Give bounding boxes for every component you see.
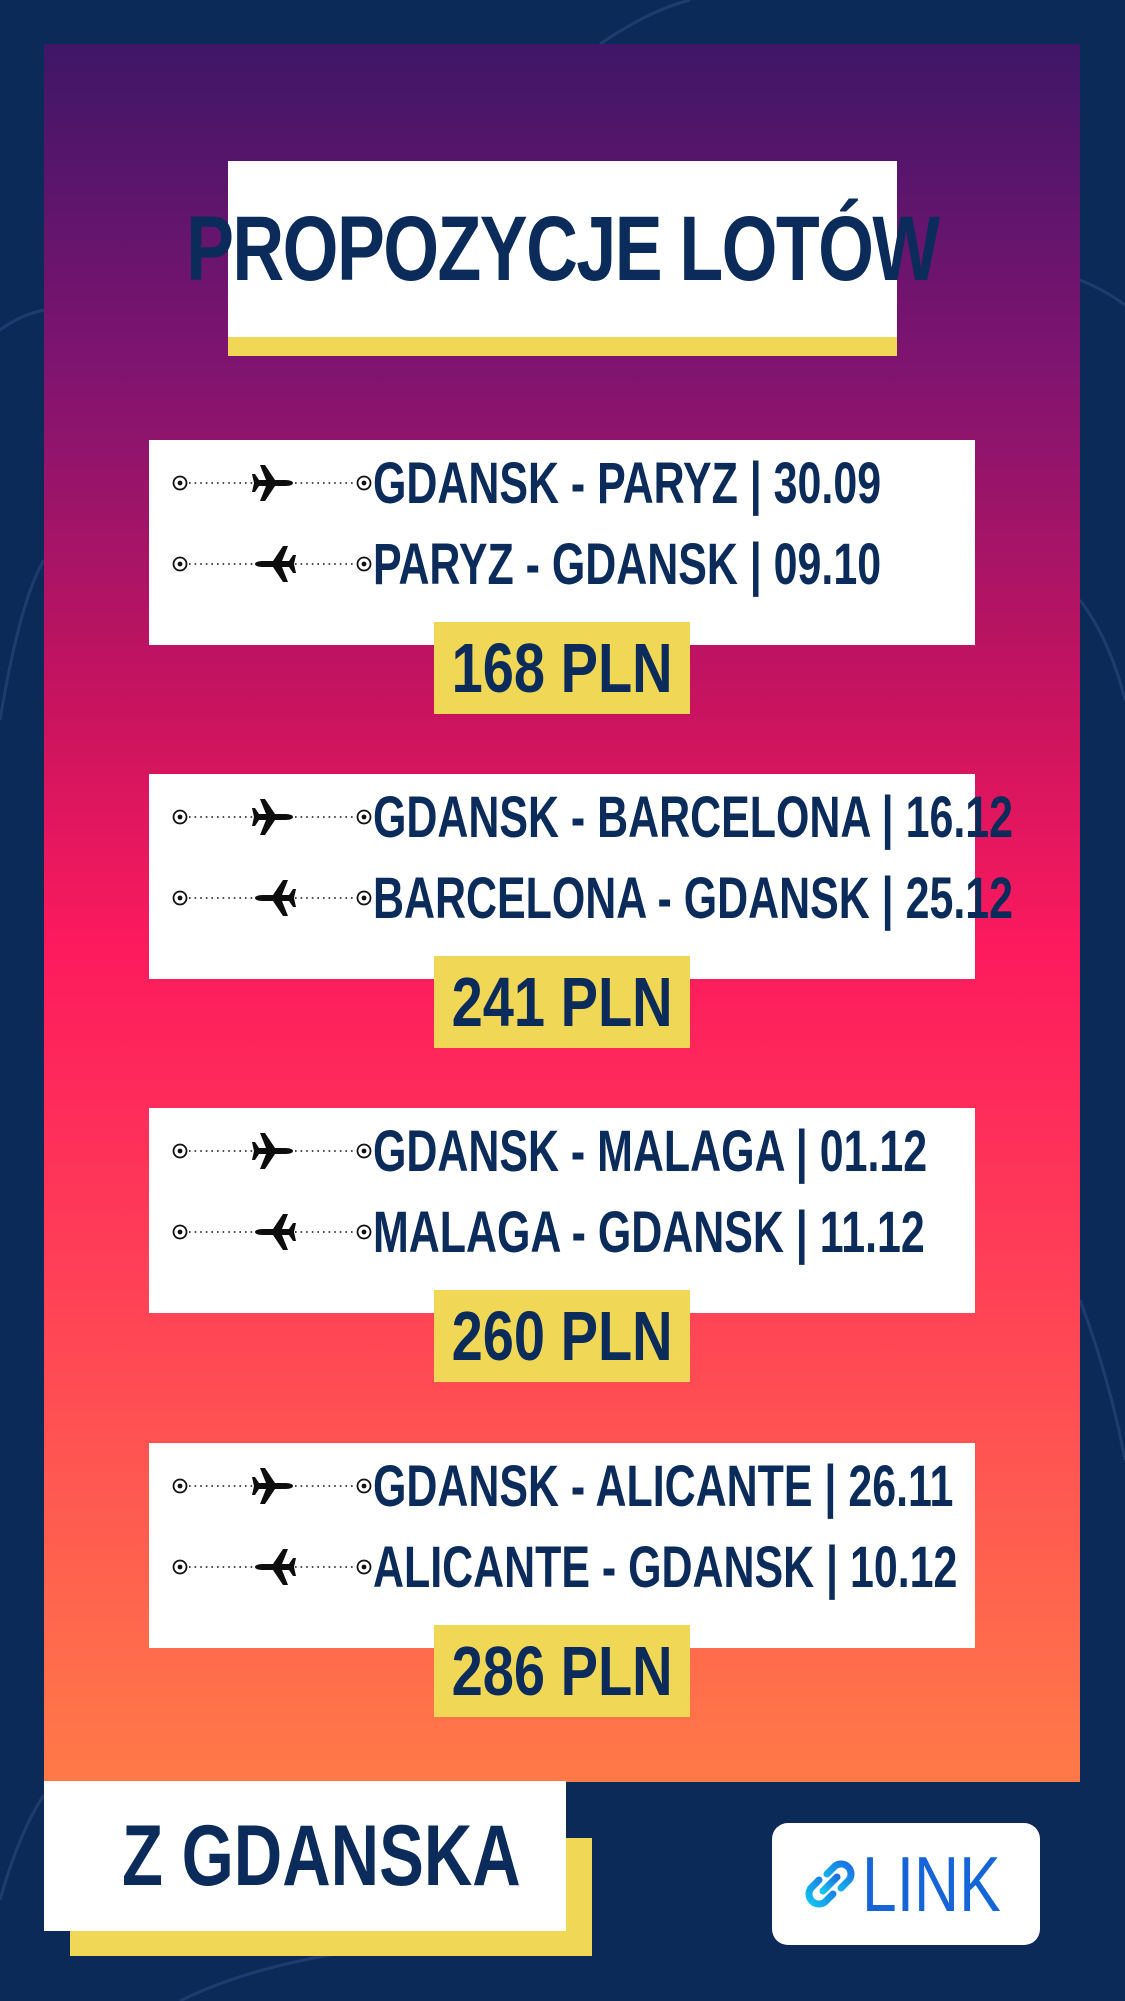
title-box: PROPOZYCJE LOTÓW (186, 161, 940, 337)
link-label: LINK (862, 1839, 1001, 1928)
plane-left-icon (172, 546, 372, 582)
flight-offer-card[interactable]: GDANSK - ALICANTE | 26.11 ALICANTE - GDA… (149, 1443, 975, 1648)
flight-offer-card[interactable]: GDANSK - BARCELONA | 16.12 BARCELONA - G… (149, 774, 1013, 979)
plane-left-icon (172, 1549, 372, 1585)
outbound-route-text: GDANSK - BARCELONA | 16.12 (373, 784, 1014, 850)
page-title: PROPOZYCJE LOTÓW (186, 197, 940, 300)
price-badge: 286 PLN (434, 1625, 690, 1717)
plane-right-icon (172, 799, 372, 835)
price-text: 260 PLN (451, 1297, 673, 1375)
outbound-route-text: GDANSK - PARYZ | 30.09 (373, 450, 882, 516)
price-text: 168 PLN (451, 629, 673, 707)
price-badge: 168 PLN (434, 622, 690, 714)
price-text: 286 PLN (451, 1632, 673, 1710)
outbound-route-text: GDANSK - ALICANTE | 26.11 (373, 1453, 954, 1519)
link-chain-icon (805, 1860, 855, 1908)
plane-right-icon (172, 1133, 372, 1169)
link-button[interactable]: LINK (772, 1823, 1040, 1945)
plane-left-icon (172, 1214, 372, 1250)
return-row: PARYZ - GDANSK | 09.10 (171, 524, 961, 604)
return-route-text: MALAGA - GDANSK | 11.12 (373, 1199, 925, 1265)
price-badge: 260 PLN (434, 1290, 690, 1382)
plane-right-icon (172, 465, 372, 501)
return-row: ALICANTE - GDANSK | 10.12 (171, 1527, 961, 1607)
outbound-row: GDANSK - MALAGA | 01.12 (171, 1111, 961, 1191)
flight-offer-card[interactable]: GDANSK - PARYZ | 30.09 PARYZ - GDANSK | … (149, 440, 975, 645)
plane-left-icon (172, 880, 372, 916)
flight-offer-card[interactable]: GDANSK - MALAGA | 01.12 MALAGA - GDANSK … (149, 1108, 975, 1313)
outbound-row: GDANSK - BARCELONA | 16.12 (171, 777, 1013, 857)
return-row: MALAGA - GDANSK | 11.12 (171, 1192, 961, 1272)
price-text: 241 PLN (451, 963, 673, 1041)
outbound-route-text: GDANSK - MALAGA | 01.12 (373, 1118, 928, 1184)
return-row: BARCELONA - GDANSK | 25.12 (171, 858, 1013, 938)
origin-label: Z GDANSKA (122, 1807, 521, 1904)
return-route-text: ALICANTE - GDANSK | 10.12 (373, 1534, 958, 1600)
return-route-text: PARYZ - GDANSK | 09.10 (373, 531, 882, 597)
origin-label-box: Z GDANSKA (44, 1781, 566, 1931)
price-badge: 241 PLN (434, 956, 690, 1048)
outbound-row: GDANSK - ALICANTE | 26.11 (171, 1446, 961, 1526)
return-route-text: BARCELONA - GDANSK | 25.12 (373, 865, 1014, 931)
outbound-row: GDANSK - PARYZ | 30.09 (171, 443, 961, 523)
plane-right-icon (172, 1468, 372, 1504)
